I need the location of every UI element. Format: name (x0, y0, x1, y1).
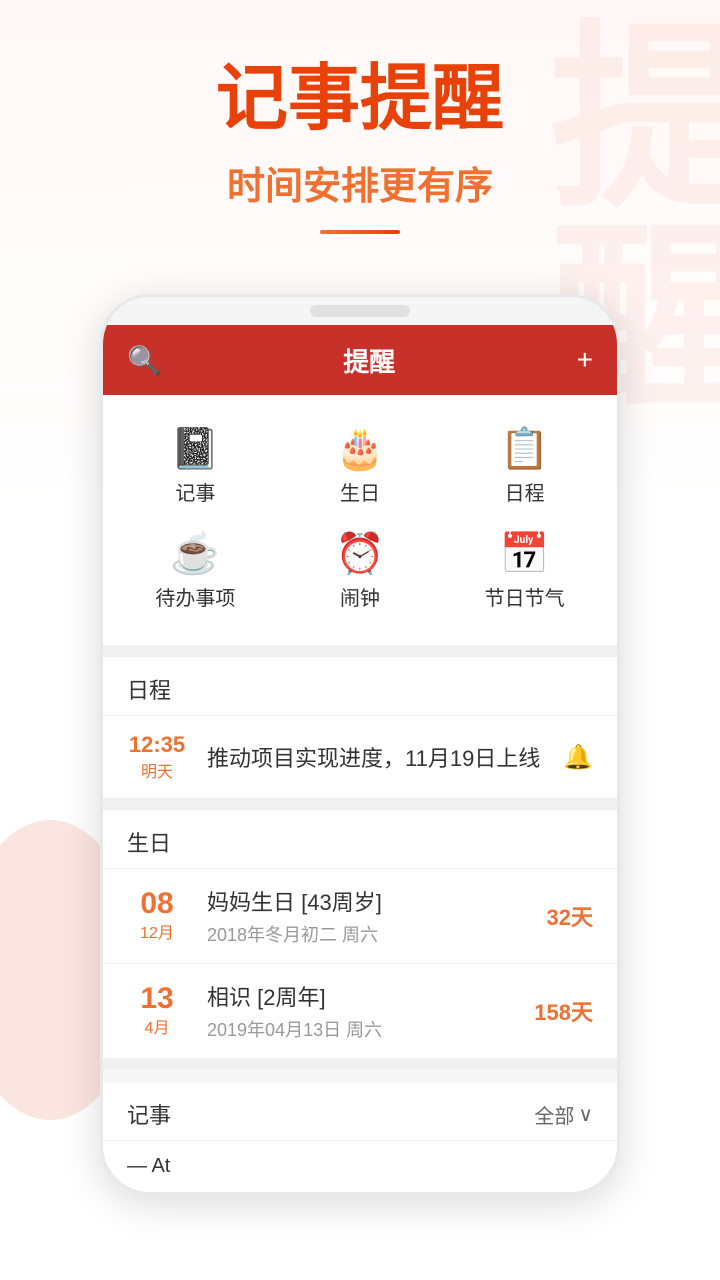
schedule-icon: 📋 (500, 429, 550, 469)
birthday-item-2[interactable]: 13 4月 相识 [2周年] 2019年04月13日 周六 158天 (103, 963, 617, 1058)
schedule-label: 日程 (505, 477, 545, 506)
icon-item-birthday[interactable]: 🎂 生日 (278, 415, 443, 520)
schedule-section: 日程 12:35 明天 推动项目实现进度，11月19日上线 🔔 (103, 657, 617, 798)
phone-body: 🔍 提醒 + 📓 记事 🎂 生日 📋 日程 (100, 294, 620, 1195)
notes-item-partial[interactable]: — At (103, 1140, 617, 1192)
notes-item-text: — At (127, 1155, 170, 1177)
icon-item-notes[interactable]: 📓 记事 (113, 415, 278, 520)
birthday-days-1: 32天 (547, 900, 593, 932)
hero-divider (320, 230, 400, 234)
birthday-section-header: 生日 (103, 810, 617, 868)
birthday-icon: 🎂 (335, 429, 385, 469)
icon-item-schedule[interactable]: 📋 日程 (442, 415, 607, 520)
icon-grid: 📓 记事 🎂 生日 📋 日程 ☕ 待办事项 ⏰ 闹钟 (103, 395, 617, 645)
notes-section-title: 记事 (127, 1098, 171, 1130)
birthday-item-1[interactable]: 08 12月 妈妈生日 [43周岁] 2018年冬月初二 周六 32天 (103, 868, 617, 963)
birthday-days-2: 158天 (534, 995, 593, 1027)
phone-top-bar (103, 297, 617, 325)
time-main: 12:35 (127, 732, 187, 758)
app-header: 🔍 提醒 + (103, 325, 617, 395)
holiday-icon: 📅 (500, 534, 550, 574)
phone-mockup: 🔍 提醒 + 📓 记事 🎂 生日 📋 日程 (0, 294, 720, 1195)
holiday-label: 节日节气 (485, 582, 565, 611)
birthday-name-2: 相识 [2周年] (207, 980, 534, 1012)
alarm-label: 闹钟 (340, 582, 380, 611)
schedule-item[interactable]: 12:35 明天 推动项目实现进度，11月19日上线 🔔 (103, 715, 617, 798)
date-block-1: 08 12月 (127, 889, 187, 943)
section-divider-1 (103, 645, 617, 657)
birthday-info-1: 妈妈生日 [43周岁] 2018年冬月初二 周六 (207, 885, 547, 947)
date-block-2: 13 4月 (127, 984, 187, 1038)
birthday-info-2: 相识 [2周年] 2019年04月13日 周六 (207, 980, 534, 1042)
notes-section-header[interactable]: 记事 全部 ∨ (103, 1082, 617, 1140)
hero-section: 记事提醒 时间安排更有序 (0, 0, 720, 264)
icon-item-alarm[interactable]: ⏰ 闹钟 (278, 520, 443, 625)
todo-icon: ☕ (170, 534, 220, 574)
birthday-label: 生日 (340, 477, 380, 506)
birthday-date-2: 2019年04月13日 周六 (207, 1016, 534, 1042)
alarm-icon: ⏰ (335, 534, 385, 574)
birthday-name-1: 妈妈生日 [43周岁] (207, 885, 547, 917)
icon-item-holiday[interactable]: 📅 节日节气 (442, 520, 607, 625)
notes-section-right[interactable]: 全部 ∨ (534, 1100, 593, 1129)
schedule-text: 推动项目实现进度，11月19日上线 (207, 741, 563, 773)
notes-section: 记事 全部 ∨ — At (103, 1082, 617, 1192)
time-sub: 明天 (127, 758, 187, 782)
search-icon[interactable]: 🔍 (127, 344, 162, 377)
date-day-1: 08 (127, 889, 187, 919)
notes-icon: 📓 (170, 429, 220, 469)
icon-item-todo[interactable]: ☕ 待办事项 (113, 520, 278, 625)
section-divider-3 (103, 1058, 617, 1070)
chevron-down-icon: ∨ (578, 1102, 593, 1127)
notes-label: 记事 (175, 477, 215, 506)
notes-all-label: 全部 (534, 1100, 574, 1129)
date-day-2: 13 (127, 984, 187, 1014)
birthday-date-1: 2018年冬月初二 周六 (207, 921, 547, 947)
date-month-1: 12月 (127, 919, 187, 943)
hero-subtitle: 时间安排更有序 (0, 155, 720, 210)
app-header-title: 提醒 (343, 342, 395, 379)
todo-label: 待办事项 (155, 582, 235, 611)
schedule-section-header: 日程 (103, 657, 617, 715)
section-divider-2 (103, 798, 617, 810)
hero-title: 记事提醒 (0, 60, 720, 139)
date-month-2: 4月 (127, 1014, 187, 1038)
phone-notch (310, 305, 410, 317)
birthday-section: 生日 08 12月 妈妈生日 [43周岁] 2018年冬月初二 周六 32天 (103, 810, 617, 1058)
schedule-section-title: 日程 (127, 673, 171, 705)
birthday-section-title: 生日 (127, 826, 171, 858)
app-content: 📓 记事 🎂 生日 📋 日程 ☕ 待办事项 ⏰ 闹钟 (103, 395, 617, 1192)
bell-icon: 🔔 (563, 743, 593, 772)
time-block: 12:35 明天 (127, 732, 187, 782)
add-icon[interactable]: + (577, 344, 593, 376)
